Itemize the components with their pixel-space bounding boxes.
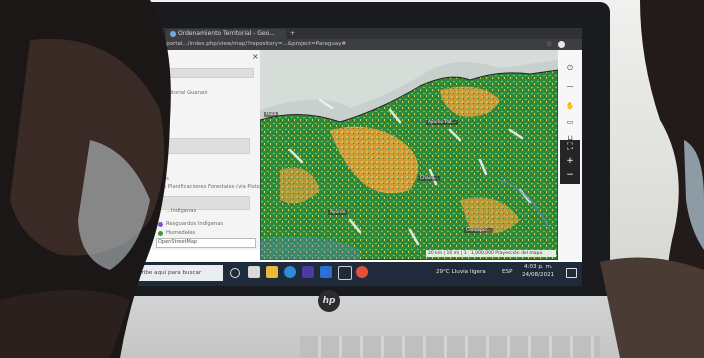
tab-geoportal[interactable]: Ordenamiento Territorial - Geo... (166, 29, 286, 39)
map-label: Chaco... (418, 176, 441, 181)
taskbar-search-placeholder: Escribe aquí para buscar (132, 270, 202, 276)
power-icon[interactable]: ⏻ (562, 62, 578, 74)
map-label: Hula (264, 112, 279, 117)
language-indicator[interactable]: ESP (502, 267, 512, 277)
close-icon[interactable]: × (252, 52, 259, 61)
map-label: Concepci... (464, 228, 493, 233)
panel-label: ...Territorial Guarani (156, 90, 208, 96)
zoom-in-button[interactable]: + (560, 156, 580, 167)
minus-icon[interactable]: — (562, 80, 578, 92)
map-image (260, 50, 558, 260)
map-scale-bar: 20 km | 10 mi | 1 : 1,000,000 Proyección… (426, 250, 556, 257)
panel-label: ...as (158, 176, 169, 182)
chrome-icon[interactable] (356, 266, 368, 278)
fullscreen-icon[interactable]: ⛶ (560, 142, 580, 153)
zoom-out-button[interactable]: − (560, 170, 580, 181)
map-canvas[interactable] (260, 50, 558, 260)
layer-item-humedales[interactable]: Humedales (166, 230, 195, 236)
clock-time[interactable]: 4:03 p. m. (524, 264, 553, 270)
settings-gear-icon[interactable] (338, 266, 352, 280)
layer-color-icon (158, 222, 163, 227)
panel-label: ...Indígenas (166, 208, 197, 214)
edge-icon[interactable] (284, 266, 296, 278)
hp-logo: hp (318, 290, 340, 312)
word-icon[interactable] (320, 266, 332, 278)
weather-widget[interactable]: 29°C Lluvia ligera (436, 267, 486, 277)
layers-icon[interactable]: ▭ (562, 116, 578, 128)
notification-icon[interactable] (566, 268, 577, 278)
panel-group (158, 138, 250, 154)
basemap-select-value: OpenStreetMap (158, 239, 198, 245)
profile-avatar[interactable] (558, 41, 565, 48)
app-icon[interactable] (248, 266, 260, 278)
file-explorer-icon[interactable] (266, 266, 278, 278)
windows-start-icon[interactable] (102, 269, 112, 279)
globe-icon (170, 31, 176, 37)
map-label: Ayoreo (328, 210, 348, 215)
new-tab-button[interactable]: + (290, 29, 295, 39)
search-icon: ⌕ (121, 267, 126, 276)
keyboard (300, 336, 600, 358)
app-icon[interactable] (302, 266, 314, 278)
map-label: Ayoreo Pat... (426, 120, 459, 125)
panel-header-row (154, 68, 254, 78)
panel-label: ...n Planificaciones Forestales (vía Pis… (158, 184, 262, 190)
bookmark-star-icon[interactable]: ☆ (546, 40, 552, 48)
laptop-screen: Ordenamiento Territorial - Geo... + geop… (96, 28, 582, 286)
clock-date[interactable]: 24/08/2021 (522, 272, 554, 278)
layer-color-icon (158, 231, 163, 236)
hand-icon[interactable]: ✋ (562, 100, 578, 112)
url-input[interactable]: geoportal.../index.php/view/map/?reposit… (156, 40, 536, 49)
task-view-icon[interactable] (230, 268, 240, 278)
layer-item-resguardos[interactable]: Resguardos Indígenas (166, 221, 223, 227)
